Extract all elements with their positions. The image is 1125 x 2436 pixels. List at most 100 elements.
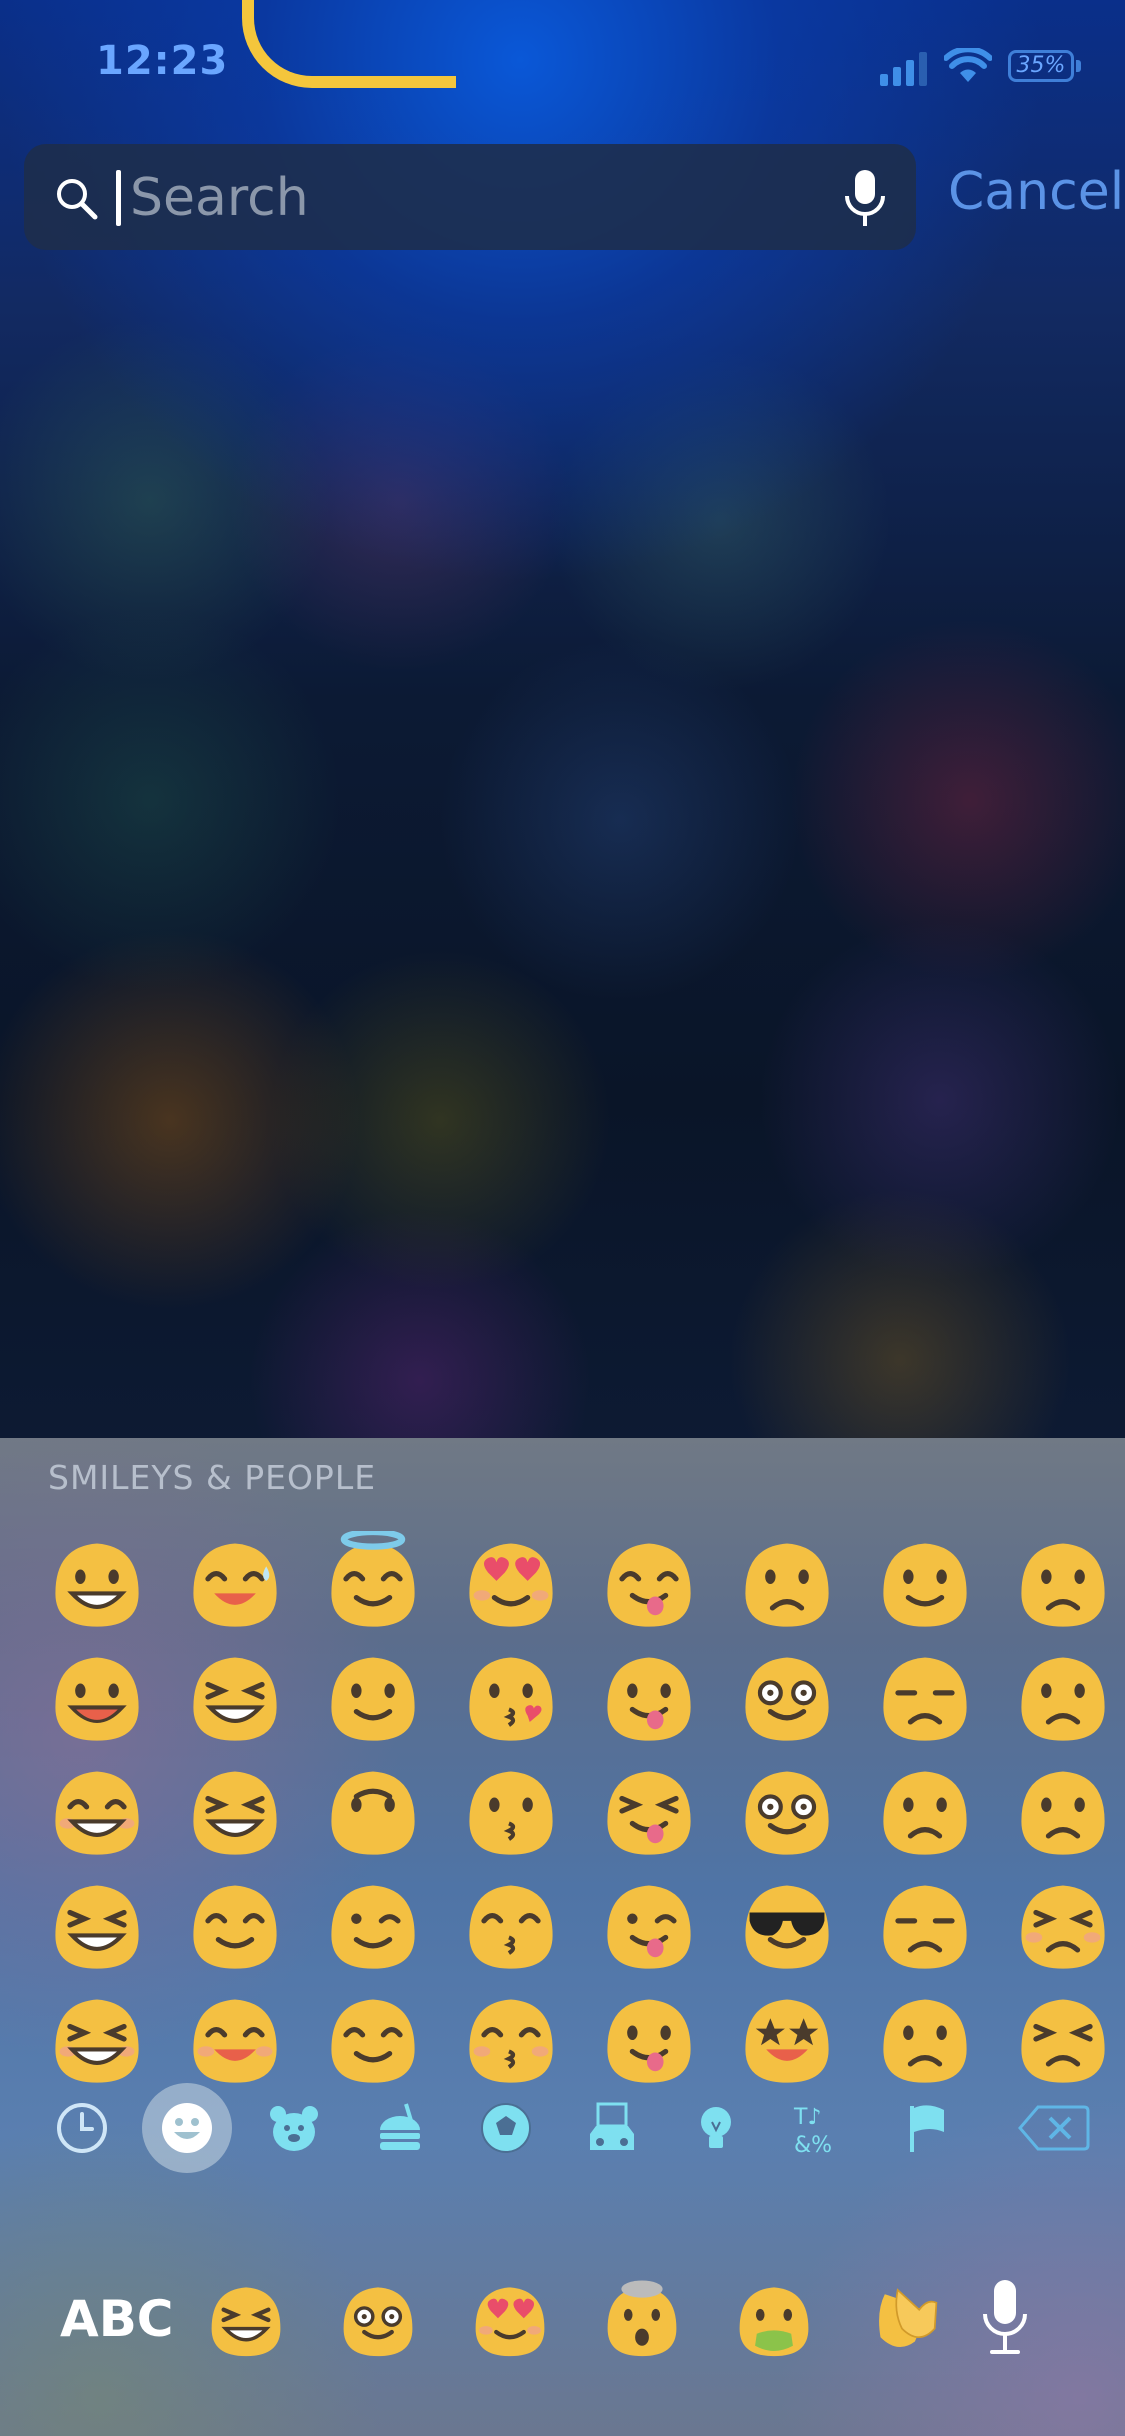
smiling-face-with-heart-eyes-icon: [469, 1543, 553, 1627]
smileys-icon[interactable]: [142, 2083, 232, 2173]
emoji-smiling-face-with-sweat[interactable]: [166, 1526, 304, 1640]
disappointed-face-icon: [883, 1771, 967, 1855]
emoji-face-blowing-a-kiss[interactable]: [442, 1640, 580, 1754]
face-with-monocle-icon: [745, 1657, 829, 1741]
winking-face-icon: [331, 1885, 415, 1969]
face-blowing-a-kiss-icon: [469, 1657, 553, 1741]
winking-face-with-tongue-icon: [607, 1885, 691, 1969]
svg-text:T♪: T♪: [793, 2105, 821, 2130]
clapping-hands-icon: [879, 2288, 938, 2348]
confounded-face-icon: [1021, 1999, 1105, 2083]
emoji-smiling-face-with-sunglasses[interactable]: [718, 1868, 856, 1982]
symbols-icon[interactable]: T♪ &%: [782, 2088, 862, 2168]
grinning-face-icon: [55, 1543, 139, 1627]
emoji-disappointed-face[interactable]: [856, 1754, 994, 1868]
emoji-persevering-face[interactable]: [994, 1868, 1125, 1982]
emoji-grinning-face-smiling-eyes[interactable]: [28, 1754, 166, 1868]
grinning-face-big-eyes-icon: [55, 1657, 139, 1741]
slightly-frowning-face-icon: [1021, 1657, 1105, 1741]
upside-down-face-icon: [331, 1771, 415, 1855]
emoji-kissing-face-smiling-eyes[interactable]: [442, 1868, 580, 1982]
emoji-unamused-face[interactable]: [856, 1640, 994, 1754]
emoji-smiling-face-with-heart-eyes[interactable]: [442, 1526, 580, 1640]
emoji-grinning-face-big-eyes[interactable]: [28, 1640, 166, 1754]
grinning-squinting-face-icon: [55, 1999, 139, 2083]
frowning-face-icon: [1021, 1771, 1105, 1855]
annotation-stroke: [242, 0, 456, 88]
zany-face-icon: [607, 1999, 691, 2083]
emoji-confused-face[interactable]: [994, 1526, 1125, 1640]
recent-emoji-smiling-face-with-heart-eyes[interactable]: [460, 2270, 560, 2370]
recent-emoji-beaming-face[interactable]: [196, 2270, 296, 2370]
activity-icon[interactable]: [466, 2088, 546, 2168]
emoji-pensive-face[interactable]: [856, 1868, 994, 1982]
animals-icon[interactable]: [254, 2088, 334, 2168]
smiling-face-icon: [193, 1885, 277, 1969]
microphone-icon[interactable]: [980, 2278, 1030, 2356]
emoji-frowning-face[interactable]: [994, 1754, 1125, 1868]
emoji-smiling-face-with-halo[interactable]: [304, 1526, 442, 1640]
cancel-button[interactable]: Cancel: [948, 162, 1124, 222]
section-title: SMILEYS & PEOPLE: [48, 1458, 377, 1497]
relieved-face-icon: [331, 1999, 415, 2083]
kissing-face-closed-eyes-icon: [469, 1999, 553, 2083]
emoji-smirking-face[interactable]: [856, 1526, 994, 1640]
emoji-face-with-raised-eyebrow[interactable]: [718, 1526, 856, 1640]
emoji-beaming-face[interactable]: [28, 1868, 166, 1982]
recent-emoji-face-with-monocle[interactable]: [328, 2270, 428, 2370]
recent-clock-icon[interactable]: [42, 2088, 122, 2168]
beaming-face-icon: [211, 2287, 281, 2357]
face-with-raised-eyebrow-icon: [745, 1543, 829, 1627]
face-vomiting-icon: [739, 2287, 809, 2357]
kissing-face-icon: [469, 1771, 553, 1855]
status-time: 12:23: [96, 38, 229, 84]
wifi-icon: [944, 48, 992, 82]
pensive-face-icon: [883, 1885, 967, 1969]
smiling-face-with-halo-icon: [331, 1531, 415, 1627]
search-bar[interactable]: [24, 144, 916, 250]
emoji-nerd-face[interactable]: [718, 1754, 856, 1868]
battery-indicator: 35%: [1008, 50, 1074, 82]
recent-emoji-face-vomiting[interactable]: [724, 2270, 824, 2370]
battery-tip: [1076, 60, 1081, 72]
emoji-face-savoring-food[interactable]: [580, 1526, 718, 1640]
exploding-head-icon: [607, 2280, 677, 2357]
emoji-winking-face-with-tongue[interactable]: [580, 1868, 718, 1982]
emoji-slightly-smiling-face[interactable]: [304, 1640, 442, 1754]
emoji-grinning-face[interactable]: [28, 1526, 166, 1640]
worried-face-icon: [883, 1999, 967, 2083]
confused-face-icon: [1021, 1543, 1105, 1627]
emoji-face-with-tears-of-joy[interactable]: [166, 1640, 304, 1754]
abc-button[interactable]: ABC: [60, 2290, 174, 2348]
recent-emoji-clapping-hands[interactable]: [852, 2270, 952, 2370]
emoji-upside-down-face[interactable]: [304, 1754, 442, 1868]
category-bar: T♪ &%: [0, 2078, 1125, 2178]
emoji-squinting-face-with-tongue[interactable]: [580, 1754, 718, 1868]
recent-emoji-exploding-head[interactable]: [592, 2270, 692, 2370]
emoji-face-with-monocle[interactable]: [718, 1640, 856, 1754]
objects-icon[interactable]: [676, 2088, 756, 2168]
keyboard-bottom-row: ABC: [0, 2256, 1125, 2386]
emoji-winking-face[interactable]: [304, 1868, 442, 1982]
emoji-smiling-face[interactable]: [166, 1868, 304, 1982]
search-input[interactable]: [128, 162, 832, 234]
emoji-face-with-tongue[interactable]: [580, 1640, 718, 1754]
smiling-face-with-sunglasses-icon: [745, 1885, 829, 1969]
emoji-kissing-face[interactable]: [442, 1754, 580, 1868]
emoji-slightly-frowning-face[interactable]: [994, 1640, 1125, 1754]
emoji-keyboard: SMILEYS & PEOPLE T♪ &% ABC: [0, 1438, 1125, 2436]
text-cursor: [116, 170, 121, 226]
smiling-face-with-heart-eyes-icon: [475, 2287, 545, 2357]
delete-icon[interactable]: [1014, 2088, 1094, 2168]
kissing-face-smiling-eyes-icon: [469, 1885, 553, 1969]
grinning-face-smiling-eyes-icon: [55, 1771, 139, 1855]
travel-icon[interactable]: [572, 2088, 652, 2168]
flags-icon[interactable]: [888, 2088, 968, 2168]
persevering-face-icon: [1021, 1885, 1105, 1969]
emoji-rolling-on-floor-laughing[interactable]: [166, 1754, 304, 1868]
status-bar: 12:23 35%: [0, 0, 1125, 130]
microphone-icon[interactable]: [842, 168, 888, 228]
face-with-monocle-icon: [343, 2287, 413, 2357]
face-with-tears-of-joy-icon: [193, 1657, 277, 1741]
food-icon[interactable]: [360, 2088, 440, 2168]
